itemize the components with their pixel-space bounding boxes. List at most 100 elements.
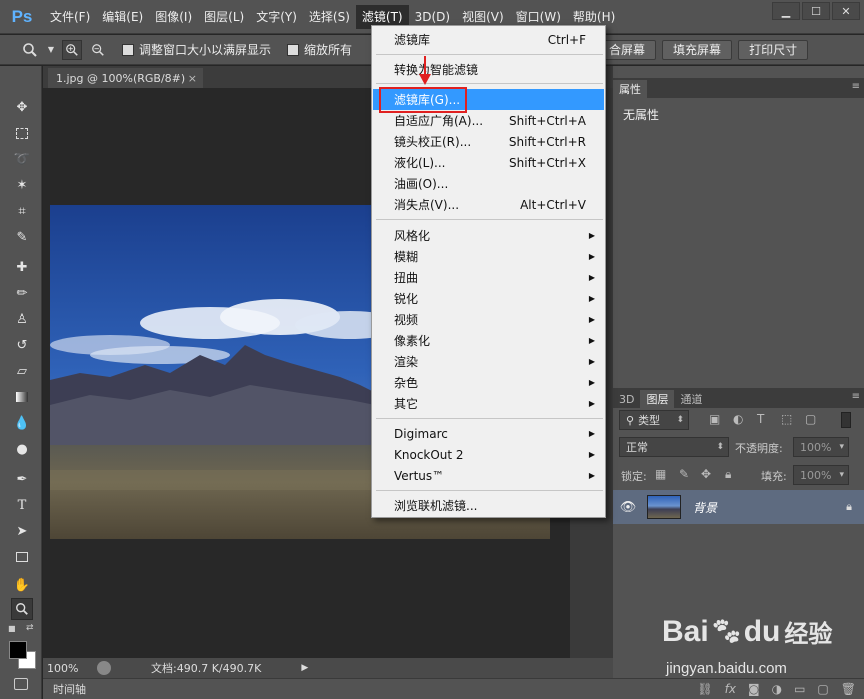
hand-tool-icon[interactable]: ✋	[11, 574, 33, 596]
fill-field[interactable]: 100% ▾	[793, 465, 849, 485]
layer-row[interactable]: 👁︎ 背景 🔒︎	[613, 490, 864, 524]
history-brush-tool-icon[interactable]: ↺	[11, 334, 33, 356]
rectangle-tool-icon[interactable]	[11, 546, 33, 568]
zoom-all-checkbox[interactable]: 缩放所有	[287, 41, 352, 58]
menu-item-stylize[interactable]: 风格化 ▶	[373, 225, 604, 246]
resize-windows-checkbox[interactable]: 调整窗口大小以满屏显示	[122, 41, 271, 58]
menu-layer[interactable]: 图层(L)	[198, 5, 250, 29]
zoom-out-icon[interactable]	[88, 40, 108, 60]
menu-item-lens-correction[interactable]: 镜头校正(R)... Shift+Ctrl+R	[373, 131, 604, 152]
zoom-tool-icon[interactable]	[11, 598, 33, 620]
pen-tool-icon[interactable]: ✒	[11, 468, 33, 490]
menu-edit[interactable]: 编辑(E)	[96, 5, 149, 29]
tab-properties[interactable]: 属性	[613, 80, 647, 98]
layer-filter-dropdown[interactable]: ⚲ 类型 ⬍	[619, 410, 689, 430]
marquee-tool-icon[interactable]	[11, 122, 33, 144]
layer-name[interactable]: 背景	[693, 499, 717, 516]
eyedropper-tool-icon[interactable]: ✎	[11, 226, 33, 248]
path-selection-tool-icon[interactable]: ➤	[11, 520, 33, 542]
lock-transparent-icon[interactable]: ▦	[655, 467, 666, 481]
swap-colors-icon[interactable]: ⇄	[26, 623, 34, 633]
menu-item-label: 风格化	[394, 229, 431, 243]
brush-tool-icon[interactable]: ✏	[11, 282, 33, 304]
lasso-tool-icon[interactable]: ➰	[11, 148, 33, 170]
filter-pixel-icon[interactable]: ▣	[709, 412, 720, 426]
fit-screen-button[interactable]: 合屏幕	[598, 39, 657, 60]
menu-item-pixelate[interactable]: 像素化 ▶	[373, 330, 604, 351]
menu-image[interactable]: 图像(I)	[149, 5, 198, 29]
eye-icon[interactable]: 👁︎	[613, 500, 643, 515]
checkbox-box[interactable]	[122, 43, 134, 56]
lock-image-icon[interactable]: ✎	[679, 467, 689, 481]
menu-item-convert-smart-filter[interactable]: 转换为智能滤镜	[373, 59, 604, 80]
minimize-button[interactable]: ▁	[772, 2, 800, 20]
foreground-color-swatch[interactable]	[9, 641, 27, 659]
status-menu-arrow-icon[interactable]: ▶	[301, 663, 308, 673]
menu-item-digimarc[interactable]: Digimarc ▶	[373, 423, 604, 444]
healing-brush-tool-icon[interactable]: ✚	[11, 256, 33, 278]
menu-select[interactable]: 选择(S)	[303, 5, 356, 29]
lock-all-icon[interactable]: 🔒︎	[725, 467, 731, 482]
document-tab[interactable]: 1.jpg @ 100%(RGB/8#) ×	[48, 68, 203, 88]
type-tool-icon[interactable]: T	[11, 494, 33, 516]
filter-shape-icon[interactable]: ⬚	[781, 412, 792, 426]
menu-item-shortcut: Shift+Ctrl+A	[509, 113, 586, 128]
menu-item-label: 渲染	[394, 355, 419, 369]
panel-menu-icon[interactable]: ≡	[852, 81, 860, 92]
menu-file[interactable]: 文件(F)	[44, 5, 96, 29]
menu-item-noise[interactable]: 杂色 ▶	[373, 372, 604, 393]
menu-item-liquify[interactable]: 液化(L)... Shift+Ctrl+X	[373, 152, 604, 173]
menu-item-filter-gallery-last[interactable]: 滤镜库 Ctrl+F	[373, 29, 604, 50]
menu-item-knockout[interactable]: KnockOut 2 ▶	[373, 444, 604, 465]
menu-item-video[interactable]: 视频 ▶	[373, 309, 604, 330]
menu-item-label: 锐化	[394, 292, 419, 306]
dodge-tool-icon[interactable]: ●	[11, 438, 33, 460]
opacity-field[interactable]: 100% ▾	[793, 437, 849, 457]
menu-item-oil-paint[interactable]: 油画(O)...	[373, 173, 604, 194]
eraser-tool-icon[interactable]: ▱	[11, 360, 33, 382]
default-colors-icon[interactable]: ■	[8, 624, 18, 634]
watermark-cn: 经验	[784, 621, 833, 648]
tab-layers[interactable]: 图层	[640, 390, 675, 408]
zoom-level[interactable]: 100%	[47, 662, 97, 675]
stamp-tool-icon[interactable]: ♙	[11, 308, 33, 330]
menu-item-sharpen[interactable]: 锐化 ▶	[373, 288, 604, 309]
blend-mode-dropdown[interactable]: 正常 ⬍	[619, 437, 729, 457]
quick-mask-icon[interactable]	[14, 678, 28, 690]
crop-tool-icon[interactable]: ⌗	[11, 200, 33, 222]
gradient-tool-icon[interactable]	[11, 386, 33, 408]
menu-item-render[interactable]: 渲染 ▶	[373, 351, 604, 372]
restore-button[interactable]: ☐	[802, 2, 830, 20]
chevron-down-icon[interactable]: ▼	[46, 40, 56, 60]
magic-wand-tool-icon[interactable]: ✶	[11, 174, 33, 196]
filter-toggle-switch[interactable]	[841, 412, 851, 428]
fill-screen-button[interactable]: 填充屏幕	[662, 39, 733, 60]
filter-smart-object-icon[interactable]: ▢	[805, 412, 816, 426]
menu-type[interactable]: 文字(Y)	[250, 5, 303, 29]
menu-item-vertus[interactable]: Vertus™ ▶	[373, 465, 604, 486]
tab-3d[interactable]: 3D	[613, 390, 640, 408]
timeline-panel-tab[interactable]: 时间轴	[43, 678, 613, 699]
menu-item-shortcut: Shift+Ctrl+R	[508, 134, 586, 149]
blur-tool-icon[interactable]: 💧	[11, 412, 33, 434]
zoom-tool-preset-icon[interactable]	[20, 40, 40, 60]
tab-channels[interactable]: 通道	[674, 390, 708, 408]
lock-position-icon[interactable]: ✥	[701, 467, 711, 481]
print-size-button[interactable]: 打印尺寸	[738, 39, 809, 60]
status-info-icon[interactable]	[97, 661, 111, 675]
menu-item-distort[interactable]: 扭曲 ▶	[373, 267, 604, 288]
menu-item-browse-online-filters[interactable]: 浏览联机滤镜...	[373, 495, 604, 516]
checkbox-box[interactable]	[287, 43, 300, 56]
menu-item-blur[interactable]: 模糊 ▶	[373, 246, 604, 267]
filter-adjustment-icon[interactable]: ◐	[733, 412, 743, 426]
menu-item-vanishing-point[interactable]: 消失点(V)... Alt+Ctrl+V	[373, 194, 604, 215]
filter-type-icon[interactable]: T	[757, 412, 764, 426]
menu-item-other[interactable]: 其它 ▶	[373, 393, 604, 414]
close-icon[interactable]: ×	[188, 72, 197, 85]
move-tool-icon[interactable]: ✥	[11, 96, 33, 118]
menu-item-adaptive-wide-angle[interactable]: 自适应广角(A)... Shift+Ctrl+A	[373, 110, 604, 131]
zoom-in-icon[interactable]	[62, 39, 82, 60]
panel-menu-icon[interactable]: ≡	[852, 391, 860, 402]
close-button[interactable]: ✕	[832, 2, 860, 20]
submenu-arrow-icon: ▶	[588, 450, 595, 459]
